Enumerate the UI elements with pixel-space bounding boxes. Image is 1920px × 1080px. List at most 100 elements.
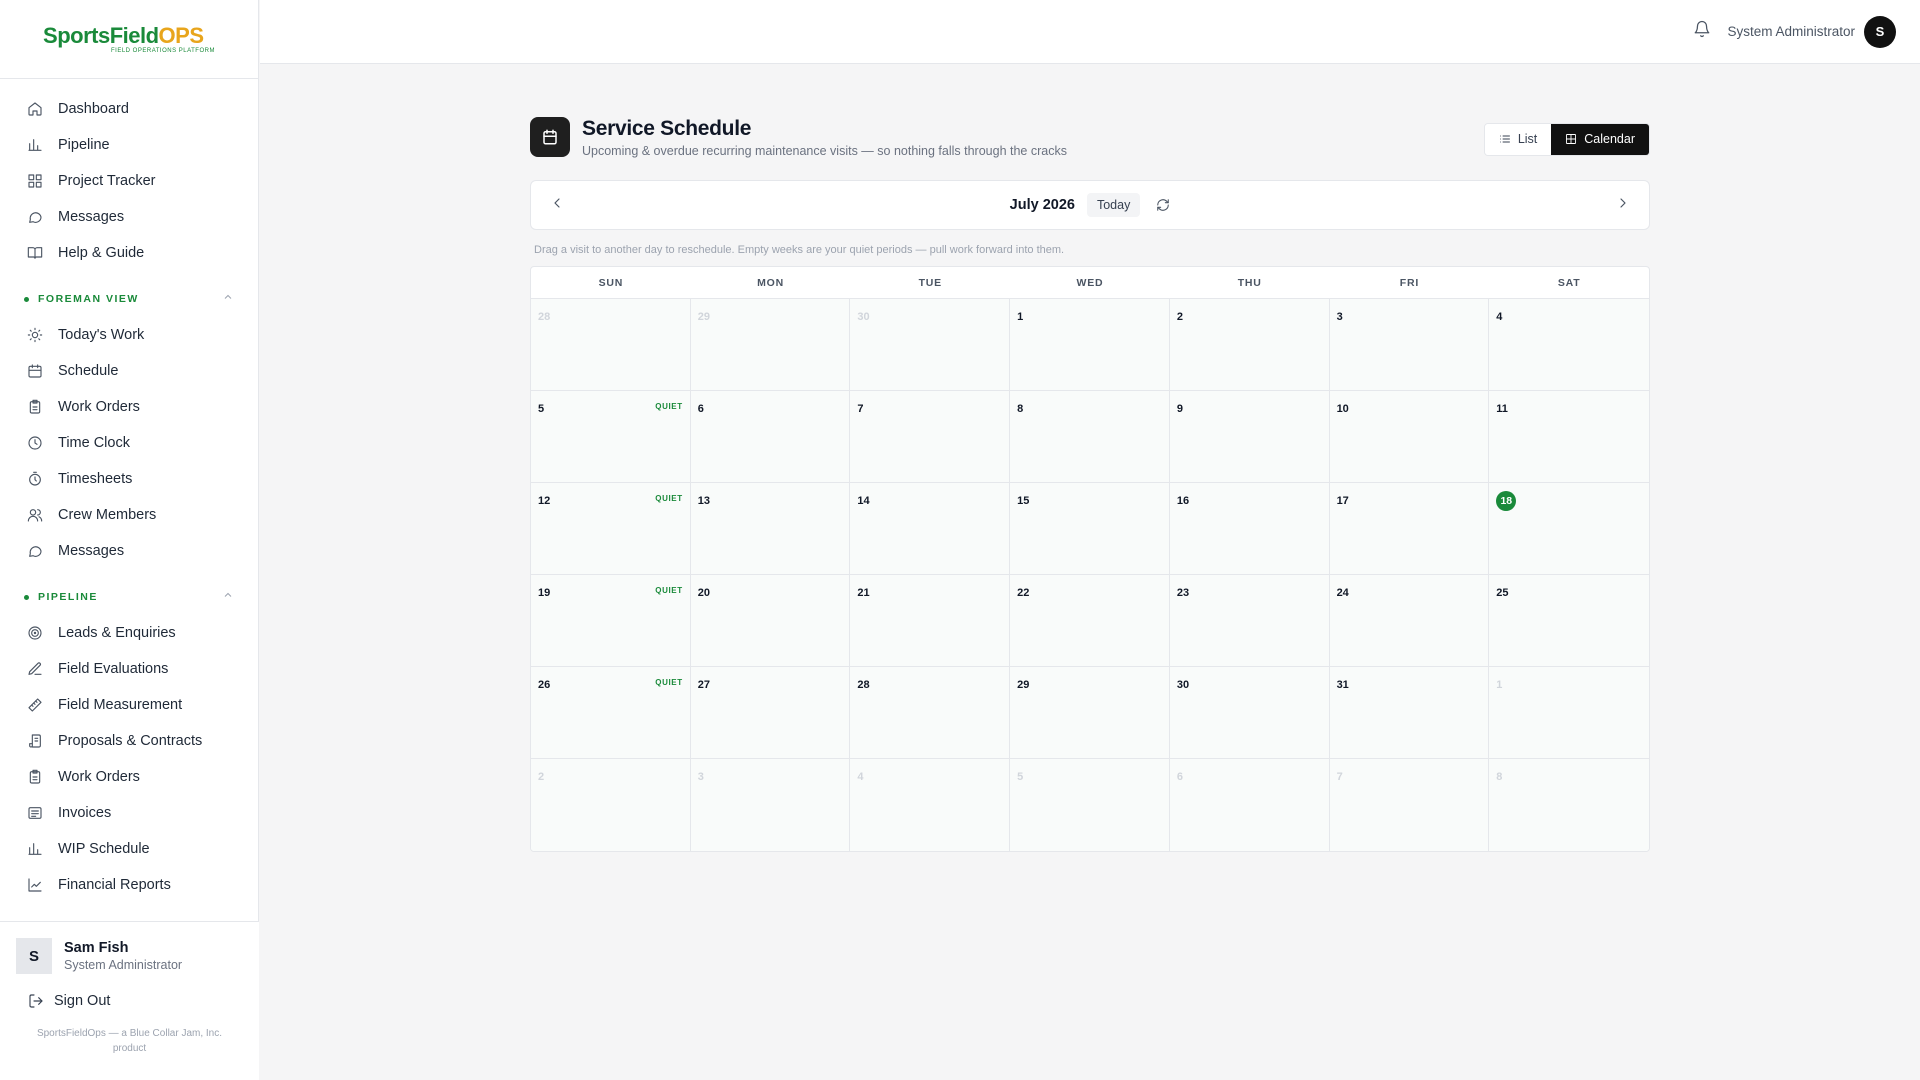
calendar-day-number: 26 <box>538 679 551 691</box>
message-icon <box>29 212 42 223</box>
users-icon <box>27 509 43 522</box>
calendar-day-number: 30 <box>1176 679 1190 691</box>
weekday-header: SUN <box>598 276 624 289</box>
sidebar-item-pipeline-proposals-contracts[interactable]: Proposals & Contracts <box>0 723 258 759</box>
calendar-day-cell[interactable]: 5 <box>1010 759 1170 851</box>
sidebar-item-foreman-view-timesheets[interactable]: Timesheets <box>0 461 258 497</box>
sidebar-item-dashboard[interactable]: Dashboard <box>0 91 258 127</box>
sidebar-item-pipeline-field-measurement[interactable]: Field Measurement <box>0 687 258 723</box>
main-content: Service Schedule Upcoming & overdue recu… <box>530 116 1650 852</box>
calendar-day-cell[interactable]: 1 <box>1489 667 1649 759</box>
calendar-day-cell[interactable]: 20 <box>690 575 851 667</box>
sidebar-item-pipeline-wip-schedule[interactable]: WIP Schedule <box>0 831 258 867</box>
chevron-up-icon <box>222 588 234 606</box>
sidebar-item-label: Time Clock <box>58 435 130 451</box>
sidebar-item-foreman-view-crew-members[interactable]: Crew Members <box>0 497 258 533</box>
calendar-day-cell[interactable]: 24 <box>1329 575 1490 667</box>
calendar-day-cell[interactable]: 4 <box>1489 299 1649 391</box>
calendar-day-cell[interactable]: 8 <box>1010 391 1170 483</box>
calendar-day-cell[interactable]: 21 <box>850 575 1011 667</box>
sidebar-item-pipeline-field-evaluations[interactable]: Field Evaluations <box>0 651 258 687</box>
sidebar-item-pipeline-invoices[interactable]: Invoices <box>0 795 258 831</box>
sidebar-item-label: WIP Schedule <box>58 841 150 857</box>
calendar-day-cell[interactable]: 3 <box>1329 299 1490 391</box>
calendar-day-cell[interactable]: 3 <box>690 759 851 851</box>
calendar-day-cell[interactable]: 11 <box>1489 391 1649 483</box>
sidebar-user[interactable]: S Sam Fish System Administrator <box>0 922 259 974</box>
today-button[interactable]: Today <box>1086 193 1141 217</box>
sidebar-item-messages[interactable]: Messages <box>0 199 258 235</box>
calendar-day-number: 2 <box>1176 311 1183 323</box>
calendar-day-cell[interactable]: 23 <box>1169 575 1330 667</box>
sidebar-item-icon <box>27 661 43 677</box>
sidebar-item-pipeline-leads-enquiries[interactable]: Leads & Enquiries <box>0 615 258 651</box>
brand-logo[interactable]: SportsFieldOPS FIELD OPERATIONS PLATFORM <box>43 24 215 54</box>
calendar-day-cell[interactable]: 14 <box>850 483 1011 575</box>
calendar-day-cell[interactable]: 10 <box>1329 391 1490 483</box>
sidebar-item-label: Messages <box>58 209 125 225</box>
sidebar-item-foreman-view-work-orders[interactable]: Work Orders <box>0 389 258 425</box>
calendar-day-cell[interactable]: 7 <box>1329 759 1490 851</box>
calendar-day-number: 4 <box>1496 311 1503 323</box>
calendar-day-cell[interactable]: 29 <box>690 299 851 391</box>
header-avatar[interactable]: S <box>1864 15 1896 48</box>
calendar-day-cell[interactable]: 27 <box>690 667 851 759</box>
calendar-view-button[interactable]: Calendar <box>1551 123 1649 155</box>
calendar-day-cell[interactable]: 29 <box>1010 667 1170 759</box>
quiet-week-badge: QUIET <box>655 402 683 411</box>
section-dot <box>24 594 29 600</box>
calendar-day-cell[interactable]: 25 <box>1489 575 1649 667</box>
sidebar-item-project-tracker[interactable]: Project Tracker <box>0 163 258 199</box>
sidebar-section-foreman-view[interactable]: FOREMAN VIEW <box>0 281 258 317</box>
calendar-day-cell[interactable]: 28 <box>850 667 1011 759</box>
calendar-day-cell[interactable]: 1 <box>1010 299 1170 391</box>
header-user-label[interactable]: System Administrator <box>1727 24 1855 39</box>
stopwatch-icon <box>29 471 41 486</box>
calendar-day-cell[interactable]: 6 <box>1169 759 1330 851</box>
calendar-day-number: 31 <box>1336 679 1349 691</box>
calendar-day-cell[interactable]: 26 QUIET <box>531 667 691 759</box>
sidebar-item-pipeline[interactable]: Pipeline <box>0 127 258 163</box>
list-view-button[interactable]: List <box>1484 123 1552 155</box>
calendar-day-cell[interactable]: 9 <box>1169 391 1330 483</box>
calendar-day-cell[interactable]: 2 <box>531 759 691 851</box>
calendar-day-cell[interactable]: 13 <box>690 483 851 575</box>
calendar-day-cell[interactable]: 5 QUIET <box>531 391 691 483</box>
sidebar-item-help-guide[interactable]: Help & Guide <box>0 235 258 271</box>
sidebar-item-foreman-view-time-clock[interactable]: Time Clock <box>0 425 258 461</box>
calendar-day-cell[interactable]: 4 <box>850 759 1011 851</box>
page-title: Service Schedule <box>582 116 752 140</box>
sidebar-item-label: Dashboard <box>58 101 129 117</box>
calendar-day-cell[interactable]: 31 <box>1329 667 1490 759</box>
calendar-day-cell[interactable]: 28 <box>531 299 691 391</box>
calendar-day-cell[interactable]: 18 <box>1489 483 1649 575</box>
weekday-header: WED <box>1076 276 1104 289</box>
calendar-day-cell[interactable]: 15 <box>1010 483 1170 575</box>
previous-month-button[interactable] <box>549 195 565 216</box>
message-icon <box>29 546 42 557</box>
calendar-day-cell[interactable]: 22 <box>1010 575 1170 667</box>
sidebar-item-pipeline-work-orders[interactable]: Work Orders <box>0 759 258 795</box>
sidebar-item-foreman-view-schedule[interactable]: Schedule <box>0 353 258 389</box>
calendar-day-cell[interactable]: 16 <box>1169 483 1330 575</box>
sidebar-item-foreman-view-messages[interactable]: Messages <box>0 533 258 569</box>
calendar-day-cell[interactable]: 12 QUIET <box>531 483 691 575</box>
notifications-button[interactable] <box>1693 20 1711 43</box>
calendar-day-cell[interactable]: 7 <box>850 391 1011 483</box>
clipboard-icon <box>29 399 41 414</box>
calendar-day-cell[interactable]: 30 <box>850 299 1011 391</box>
sign-out-button[interactable]: Sign Out <box>0 988 259 1014</box>
calendar-day-cell[interactable]: 6 <box>690 391 851 483</box>
calendar-day-cell[interactable]: 2 <box>1169 299 1330 391</box>
refresh-button[interactable] <box>1156 198 1170 212</box>
calendar-day-cell[interactable]: 19 QUIET <box>531 575 691 667</box>
calendar-day-cell[interactable]: 8 <box>1489 759 1649 851</box>
sidebar-item-pipeline-financial-reports[interactable]: Financial Reports <box>0 867 258 903</box>
calendar-day-cell[interactable]: 30 <box>1169 667 1330 759</box>
calendar-day-number: 27 <box>697 679 710 691</box>
calendar-day-cell[interactable]: 17 <box>1329 483 1490 575</box>
next-month-button[interactable] <box>1615 195 1631 216</box>
sidebar-item-foreman-view-today-s-work[interactable]: Today's Work <box>0 317 258 353</box>
sidebar-section-pipeline[interactable]: PIPELINE <box>0 579 258 615</box>
sidebar-item-label: Project Tracker <box>58 173 156 189</box>
